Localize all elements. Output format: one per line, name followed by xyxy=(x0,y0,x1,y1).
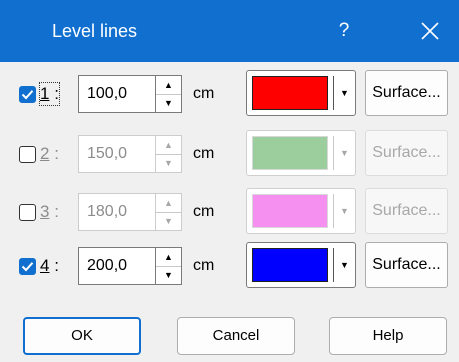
level-3-unit: cm xyxy=(193,203,215,220)
level-4-checkbox[interactable] xyxy=(19,258,36,275)
level-3-spinner: ▲ ▼ xyxy=(156,193,182,231)
checkmark-icon xyxy=(21,262,34,272)
level-4-separator: : xyxy=(54,256,59,275)
spin-down-icon[interactable]: ▼ xyxy=(156,266,181,284)
level-2-surface-button[interactable]: Surface... xyxy=(365,130,448,176)
level-3-height-input[interactable]: 180,0 xyxy=(78,193,156,231)
level-1-color-swatch xyxy=(252,76,328,110)
spin-down-icon[interactable]: ▼ xyxy=(156,94,181,112)
level-4-color-swatch xyxy=(252,248,328,282)
ok-button[interactable]: OK xyxy=(23,317,141,355)
level-2-label: 2 : xyxy=(40,143,59,165)
level-2-spinner: ▲ ▼ xyxy=(156,135,182,173)
level-4-index: 4 xyxy=(40,256,50,275)
window-title: Level lines xyxy=(52,21,138,41)
level-1-color-picker[interactable]: ▼ xyxy=(246,70,356,116)
level-4-color-picker[interactable]: ▼ xyxy=(246,242,356,288)
level-1-unit: cm xyxy=(193,85,215,102)
dropdown-arrow-icon[interactable]: ▼ xyxy=(334,189,355,233)
level-1-surface-button[interactable]: Surface... xyxy=(365,70,448,116)
spin-up-icon[interactable]: ▲ xyxy=(156,76,181,95)
level-4-unit: cm xyxy=(193,257,215,274)
level-1-label: 1 : xyxy=(39,82,60,106)
spin-up-icon[interactable]: ▲ xyxy=(156,194,181,213)
level-1-index: 1 xyxy=(40,84,50,103)
dropdown-arrow-icon[interactable]: ▼ xyxy=(334,71,355,115)
level-4-spinner: ▲ ▼ xyxy=(156,247,182,285)
dropdown-arrow-icon[interactable]: ▼ xyxy=(334,243,355,287)
level-4-label: 4 : xyxy=(40,255,59,277)
level-1-spinner: ▲ ▼ xyxy=(156,75,182,113)
level-2-color-swatch xyxy=(252,136,328,170)
level-4-surface-button[interactable]: Surface... xyxy=(365,242,448,288)
title-bar: Level lines ? xyxy=(0,0,459,62)
level-1-height-input[interactable]: 100,0 xyxy=(78,75,156,113)
spin-down-icon[interactable]: ▼ xyxy=(156,212,181,230)
level-row-1: 1 : 100,0 ▲ ▼ cm ▼ Surface... xyxy=(0,68,459,118)
level-1-separator: : xyxy=(54,84,59,103)
checkmark-icon xyxy=(21,90,34,100)
level-row-4: 4 : 200,0 ▲ ▼ cm ▼ Surface... xyxy=(0,240,459,290)
level-2-color-picker[interactable]: ▼ xyxy=(246,130,356,176)
level-3-checkbox[interactable] xyxy=(19,204,36,221)
level-2-separator: : xyxy=(54,144,59,163)
spin-up-icon[interactable]: ▲ xyxy=(156,248,181,267)
level-1-checkbox[interactable] xyxy=(19,86,36,103)
level-3-index: 3 xyxy=(40,202,50,221)
level-3-label: 3 : xyxy=(40,201,59,223)
level-3-color-picker[interactable]: ▼ xyxy=(246,188,356,234)
level-3-separator: : xyxy=(54,202,59,221)
dropdown-arrow-icon[interactable]: ▼ xyxy=(334,131,355,175)
level-2-height-input[interactable]: 150,0 xyxy=(78,135,156,173)
close-icon xyxy=(421,22,439,40)
spin-down-icon[interactable]: ▼ xyxy=(156,154,181,172)
level-row-3: 3 : 180,0 ▲ ▼ cm ▼ Surface... xyxy=(0,186,459,236)
level-2-checkbox[interactable] xyxy=(19,146,36,163)
level-3-surface-button[interactable]: Surface... xyxy=(365,188,448,234)
level-3-color-swatch xyxy=(252,194,328,228)
close-button[interactable] xyxy=(402,0,458,62)
level-row-2: 2 : 150,0 ▲ ▼ cm ▼ Surface... xyxy=(0,128,459,178)
level-4-height-input[interactable]: 200,0 xyxy=(78,247,156,285)
cancel-button[interactable]: Cancel xyxy=(177,317,295,355)
help-title-button[interactable]: ? xyxy=(324,0,364,62)
spin-up-icon[interactable]: ▲ xyxy=(156,136,181,155)
help-button[interactable]: Help xyxy=(329,317,447,355)
level-2-unit: cm xyxy=(193,145,215,162)
level-2-index: 2 xyxy=(40,144,50,163)
